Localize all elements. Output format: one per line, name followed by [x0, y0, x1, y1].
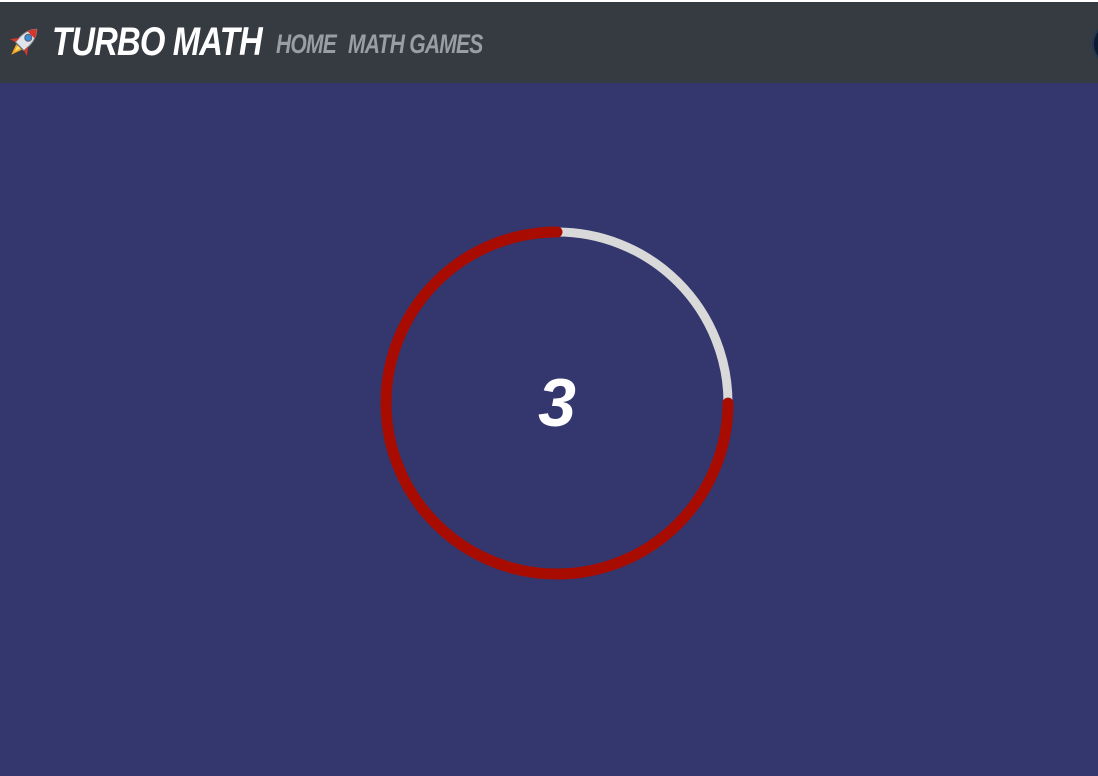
main-nav: HOME MATH GAMES: [276, 26, 521, 62]
nav-home-link[interactable]: HOME: [276, 29, 337, 60]
rocket-icon: [6, 22, 42, 62]
user-avatar[interactable]: [1092, 22, 1098, 66]
brand-name: TURBO MATH: [52, 19, 263, 64]
countdown-timer: 3: [379, 225, 735, 581]
game-area: 3: [0, 83, 1098, 776]
brand-link[interactable]: TURBO MATH: [6, 18, 308, 66]
nav-math-games-link[interactable]: MATH GAMES: [348, 29, 483, 60]
countdown-number: 3: [538, 365, 576, 441]
top-navbar: TURBO MATH HOME MATH GAMES: [0, 2, 1098, 83]
